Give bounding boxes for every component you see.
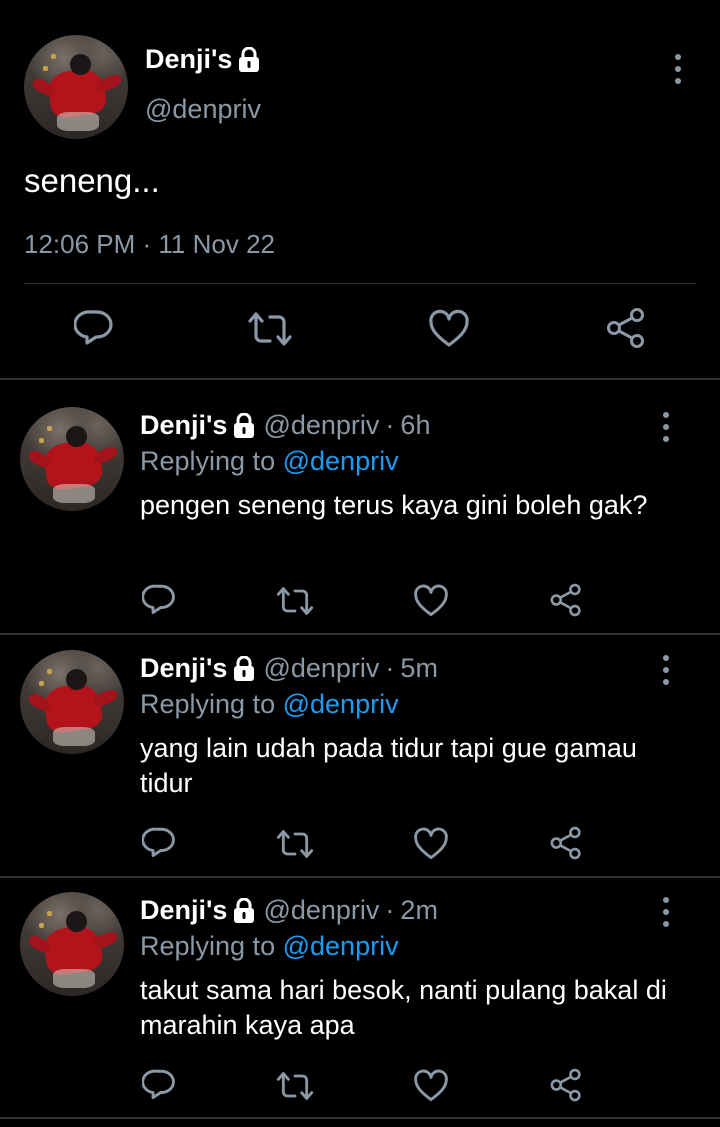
reply-tweet[interactable]: Denji's @denpriv · 6h Replying to @denpr… bbox=[0, 380, 720, 633]
handle[interactable]: @denpriv bbox=[263, 410, 379, 441]
separator: · bbox=[385, 653, 395, 683]
divider bbox=[24, 283, 696, 284]
timestamp[interactable]: 2m bbox=[400, 895, 438, 926]
tweet-text: pengen seneng terus kaya gini boleh gak? bbox=[140, 490, 648, 520]
mention-link[interactable]: @denpriv bbox=[283, 689, 399, 719]
share-icon[interactable] bbox=[549, 582, 583, 618]
reply-icon[interactable] bbox=[142, 825, 176, 859]
more-vertical-icon[interactable] bbox=[672, 54, 684, 84]
mention-link[interactable]: @denpriv bbox=[283, 931, 399, 961]
avatar[interactable] bbox=[20, 650, 124, 754]
timestamp[interactable]: 6h bbox=[400, 410, 430, 441]
avatar[interactable] bbox=[20, 407, 124, 511]
tweet-text: yang lain udah pada tidur tapi gue gamau… bbox=[140, 733, 637, 798]
timestamp[interactable]: 5m bbox=[400, 653, 438, 684]
replying-to: Replying to @denpriv bbox=[140, 689, 399, 720]
replying-prefix: Replying to bbox=[140, 446, 276, 476]
more-vertical-icon[interactable] bbox=[660, 655, 672, 685]
retweet-icon[interactable] bbox=[246, 309, 294, 349]
reply-tweet[interactable]: Denji's @denpriv · 2m Replying to @denpr… bbox=[0, 865, 720, 1118]
share-icon[interactable] bbox=[549, 1067, 583, 1103]
lock-icon bbox=[239, 46, 260, 72]
replying-prefix: Replying to bbox=[140, 931, 276, 961]
avatar[interactable] bbox=[20, 892, 124, 996]
share-icon[interactable] bbox=[605, 307, 647, 349]
handle[interactable]: @denpriv bbox=[145, 94, 261, 125]
heart-icon[interactable] bbox=[413, 1069, 449, 1103]
retweet-icon[interactable] bbox=[275, 827, 315, 861]
divider bbox=[0, 1117, 720, 1119]
lock-icon bbox=[234, 897, 255, 923]
reply-tweet[interactable]: Denji's @denpriv · 5m Replying to @denpr… bbox=[0, 623, 720, 876]
display-name[interactable]: Denji's bbox=[145, 44, 232, 75]
heart-icon[interactable] bbox=[413, 827, 449, 861]
lock-icon bbox=[234, 412, 255, 438]
more-vertical-icon[interactable] bbox=[660, 412, 672, 442]
replying-to: Replying to @denpriv bbox=[140, 931, 399, 962]
tweet-text: seneng... bbox=[24, 162, 160, 199]
separator: · bbox=[385, 410, 395, 440]
heart-icon[interactable] bbox=[428, 309, 470, 349]
replying-to: Replying to @denpriv bbox=[140, 446, 399, 477]
avatar[interactable] bbox=[24, 35, 128, 139]
more-vertical-icon[interactable] bbox=[660, 897, 672, 927]
display-name[interactable]: Denji's bbox=[140, 895, 227, 926]
lock-icon bbox=[234, 655, 255, 681]
handle[interactable]: @denpriv bbox=[263, 653, 379, 684]
tweet-timestamp[interactable]: 12:06 PM · 11 Nov 22 bbox=[24, 229, 275, 260]
reply-icon[interactable] bbox=[142, 1067, 176, 1101]
handle[interactable]: @denpriv bbox=[263, 895, 379, 926]
separator: · bbox=[385, 895, 395, 925]
reply-icon[interactable] bbox=[74, 307, 114, 347]
retweet-icon[interactable] bbox=[275, 1069, 315, 1103]
reply-icon[interactable] bbox=[142, 582, 176, 616]
action-bar bbox=[0, 307, 720, 357]
heart-icon[interactable] bbox=[413, 584, 449, 618]
retweet-icon[interactable] bbox=[275, 584, 315, 618]
display-name[interactable]: Denji's bbox=[140, 653, 227, 684]
display-name[interactable]: Denji's bbox=[140, 410, 227, 441]
mention-link[interactable]: @denpriv bbox=[283, 446, 399, 476]
tweet-text: takut sama hari besok, nanti pulang baka… bbox=[140, 975, 667, 1040]
replying-prefix: Replying to bbox=[140, 689, 276, 719]
share-icon[interactable] bbox=[549, 825, 583, 861]
